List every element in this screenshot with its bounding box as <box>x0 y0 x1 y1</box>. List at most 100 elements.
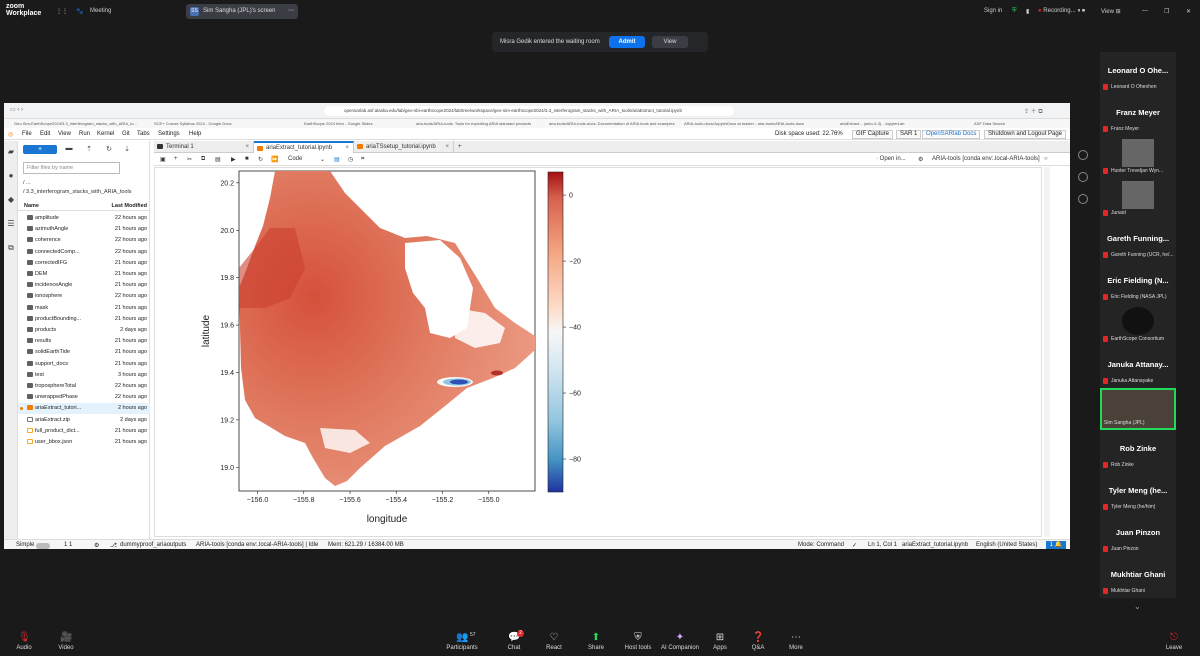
gear-status-icon[interactable]: ⚙ <box>94 542 99 549</box>
run-icon[interactable]: ▶ <box>231 156 236 163</box>
file-row[interactable]: amplitude 22 hours ago <box>18 213 150 224</box>
sar-button[interactable]: SAR 1 <box>896 130 922 139</box>
name-column-header[interactable]: Name <box>24 203 39 209</box>
bookmark-1[interactable]: SCE+ Course Syllabus 2024 - Google Docs <box>154 121 231 126</box>
participant-tile[interactable]: Mukhtiar Ghani Mukhtiar Ghani <box>1100 556 1176 598</box>
chevron-down-icon[interactable]: ⌄ <box>320 156 325 163</box>
language[interactable]: English (United States) <box>976 542 1037 548</box>
participant-tile[interactable]: Leonard O Ohe... Leonard O Ohenhen <box>1100 52 1176 94</box>
running-icon[interactable]: ● <box>6 171 16 181</box>
participant-tile[interactable]: Gareth Funning... Gareth Funning (UCR, he… <box>1100 220 1176 262</box>
menu-view[interactable]: View <box>58 131 71 137</box>
audio-button[interactable]: 🎙 Audio <box>4 630 44 651</box>
browser-actions-icon[interactable]: ⇪ ＋ ⧉ <box>1024 106 1043 116</box>
breadcrumb-root[interactable]: / ... <box>23 180 31 186</box>
share-button[interactable]: ⬆ Share <box>576 630 616 651</box>
file-row[interactable]: mask 21 hours ago <box>18 303 150 314</box>
cut-icon[interactable]: ✂ <box>187 156 192 163</box>
video-button[interactable]: 🎥 Video <box>46 630 86 651</box>
notification-bell[interactable]: 1 🔔 <box>1046 541 1066 549</box>
ai-companion-button[interactable]: ✦ AI Companion <box>660 630 700 651</box>
bookmark-7[interactable]: ASF Data Search <box>974 121 1005 126</box>
file-row[interactable]: products 2 days ago <box>18 325 150 336</box>
menu-file[interactable]: File <box>22 131 32 137</box>
bookmark-2[interactable]: EarthScope 2024 Intro - Google Slides <box>304 121 373 126</box>
git-branch-icon[interactable]: ⎇ <box>110 542 117 549</box>
git-icon[interactable]: ◆ <box>6 195 16 205</box>
paw-icon[interactable]: 🐾 <box>76 8 83 15</box>
file-row[interactable]: troposphereTotal 22 hours ago <box>18 381 150 392</box>
file-row[interactable]: productBounding... 21 hours ago <box>18 314 150 325</box>
apps-button[interactable]: ⊞ Apps <box>700 630 740 651</box>
git-clone-icon[interactable]: ⇣ <box>122 145 132 154</box>
menu-kernel[interactable]: Kernel <box>97 131 114 137</box>
sign-in-link[interactable]: Sign in <box>984 8 1002 14</box>
tab-ariatssetup[interactable]: ariaTSsetup_tutorial.ipynb × <box>354 141 454 153</box>
participant-tile[interactable]: Tyler Meng (he... Tyler Meng (he/him) <box>1100 472 1176 514</box>
insert-cell-icon[interactable]: + <box>174 156 178 162</box>
waiting-view-button[interactable]: View <box>652 36 688 48</box>
kernel-name[interactable]: ARIA-tools [conda env:.local-ARIA-tools] <box>932 156 1040 162</box>
chat-button[interactable]: 💬 Chat <box>494 630 534 651</box>
file-row[interactable]: incidenceAngle 21 hours ago <box>18 280 150 291</box>
file-row[interactable]: solidEarthTide 21 hours ago <box>18 347 150 358</box>
recording-label[interactable]: ● Recording... ⏸ ⏹ <box>1038 8 1085 15</box>
stop-icon[interactable]: ■ <box>245 156 249 162</box>
maximize-icon[interactable]: ❐ <box>1164 8 1169 15</box>
cursor-position[interactable]: Ln 1, Col 1 <box>868 542 897 548</box>
upload-icon[interactable]: ⇡ <box>84 145 94 154</box>
git-diff-icon[interactable]: ▤ <box>334 156 340 163</box>
new-launcher-button[interactable]: + <box>23 145 57 154</box>
copy-icon[interactable]: ⧉ <box>201 156 205 163</box>
opensarlab-docs-button[interactable]: OpenSARlab Docs <box>922 130 981 139</box>
menu-tabs[interactable]: Tabs <box>137 131 150 137</box>
tab-terminal[interactable]: Terminal 1 × <box>154 141 254 153</box>
close-tab-icon[interactable]: × <box>445 141 449 153</box>
apps-grid-icon[interactable]: ⋮⋮ <box>56 8 68 15</box>
kernel-status[interactable]: ARIA-tools [conda env:.local-ARIA-tools]… <box>196 542 318 548</box>
paste-icon[interactable]: ▤ <box>215 156 221 163</box>
folder-icon[interactable]: ▰ <box>6 147 16 157</box>
participant-tile[interactable]: Junaid <box>1100 178 1176 220</box>
extension-icon[interactable]: ⧉ <box>6 243 16 253</box>
menu-git[interactable]: Git <box>122 131 130 137</box>
menu-edit[interactable]: Edit <box>40 131 50 137</box>
participant-tile[interactable]: Franz Meyer Franz Meyer <box>1100 94 1176 136</box>
file-row[interactable]: full_product_dict... 21 hours ago <box>18 426 150 437</box>
participant-tile[interactable]: Hunter Treveljan Wyn... <box>1100 136 1176 178</box>
file-row[interactable]: results 21 hours ago <box>18 336 150 347</box>
tab-ariaextract[interactable]: ariaExtract_tutorial.ipynb × <box>254 141 354 153</box>
menu-run[interactable]: Run <box>79 131 90 137</box>
bookmark-0[interactable]: Geo-Sim-EarthScope2024/3.3_interferogram… <box>14 121 137 126</box>
participant-tile[interactable]: Eric Fielding (N... Eric Fielding (NASA J… <box>1100 262 1176 304</box>
close-tab-icon[interactable]: × <box>345 143 349 153</box>
file-row[interactable]: user_bbox.json 21 hours ago <box>18 437 150 448</box>
meeting-label[interactable]: Meeting <box>90 8 111 14</box>
file-row[interactable]: DEM 21 hours ago <box>18 269 150 280</box>
file-row[interactable]: coherence 22 hours ago <box>18 235 150 246</box>
annotate-icon[interactable] <box>1078 150 1088 160</box>
menu-settings[interactable]: Settings <box>158 131 180 137</box>
clock-icon[interactable]: ◷ <box>348 156 353 163</box>
url-bar[interactable]: opensarlab.asf.alaska.edu/lab/geo-sbi-ea… <box>324 106 734 116</box>
save-icon[interactable]: ▣ <box>160 156 166 163</box>
menu-help[interactable]: Help <box>189 131 201 137</box>
more-icon[interactable]: ⋯ <box>288 7 294 14</box>
bookmark-5[interactable]: ARIA-tools-docs/JupyterDocs at master - … <box>684 121 804 126</box>
gear-icon[interactable]: ⚙ <box>918 156 923 163</box>
shutdown-button[interactable]: Shutdown and Logout Page <box>984 130 1067 139</box>
admit-button[interactable]: Admit <box>609 36 645 48</box>
refresh-icon[interactable]: ↻ <box>104 145 114 154</box>
close-icon[interactable]: ✕ <box>1186 8 1191 15</box>
open-in-button[interactable]: · Open in... <box>876 156 906 162</box>
bookmark-3[interactable]: aria-tools/ARIA-tools: Tools for exploit… <box>416 121 531 126</box>
cell-type-select[interactable]: Code <box>288 156 302 162</box>
file-row[interactable]: azimuthAngle 21 hours ago <box>18 224 150 235</box>
timer-icon[interactable] <box>1078 172 1088 182</box>
restart-icon[interactable]: ↻ <box>258 156 263 163</box>
file-row[interactable]: ariaExtract_tutori... 2 hours ago <box>18 403 150 415</box>
file-row[interactable]: support_docs 21 hours ago <box>18 359 150 370</box>
participants-button[interactable]: 👥 Participants <box>442 630 482 651</box>
participant-tile[interactable]: EarthScope Consortium <box>1100 304 1176 346</box>
git-branch-name[interactable]: dummyproof_ariaoutputs <box>120 542 186 548</box>
